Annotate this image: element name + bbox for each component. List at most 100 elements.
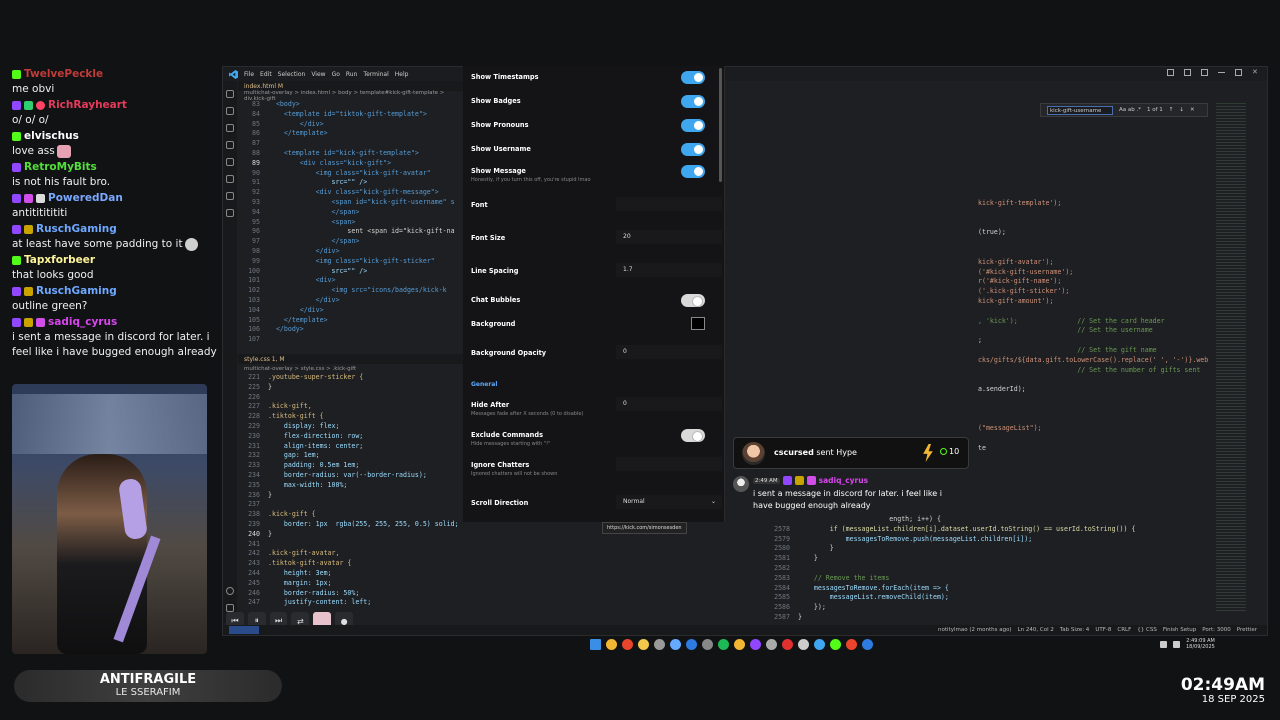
scroll-direction-select[interactable]: Normal ⌄: [616, 495, 722, 509]
status-item[interactable]: Port: 3000: [1202, 627, 1231, 633]
tab-style-css[interactable]: style.css 1, M: [238, 354, 464, 364]
explorer-icon[interactable]: [226, 90, 234, 98]
line-number: 94: [252, 207, 260, 216]
search-icon[interactable]: [226, 107, 234, 115]
app-icon[interactable]: [766, 638, 777, 650]
windows-start-icon[interactable]: [590, 638, 601, 650]
background-color-picker[interactable]: [691, 317, 705, 330]
source-control-icon[interactable]: [226, 124, 234, 132]
app-icon[interactable]: [846, 638, 857, 650]
menu-item-selection[interactable]: Selection: [278, 71, 306, 78]
app-icon[interactable]: [862, 638, 873, 650]
find-options[interactable]: Aa ab .*: [1119, 107, 1141, 113]
find-widget[interactable]: kick-gift-username Aa ab .* 1 of 1 ↑ ↓ ✕: [1040, 103, 1208, 117]
status-item[interactable]: notitylmao (2 months ago): [938, 627, 1012, 633]
editor-css[interactable]: style.css 1, M multichat-overlay > style…: [238, 354, 464, 607]
app-icon[interactable]: [702, 638, 713, 650]
arrow-up-icon[interactable]: ↑: [1169, 107, 1174, 113]
app-icon[interactable]: [798, 638, 809, 650]
layout-icon[interactable]: [1201, 69, 1208, 76]
show-pronouns-toggle[interactable]: [681, 119, 705, 132]
app-icon[interactable]: [638, 638, 649, 650]
menu-item-view[interactable]: View: [311, 71, 325, 78]
code-text: .kick-gift {: [268, 510, 316, 519]
editor-js-right[interactable]: kick-gift-template'); (true); kick-gift-av…: [978, 199, 1208, 454]
code-line: 237: [238, 500, 464, 510]
code-line: 240}: [238, 530, 464, 540]
status-item[interactable]: Ln 240, Col 2: [1018, 627, 1054, 633]
app-icon[interactable]: [830, 638, 841, 650]
editor-js-bottom[interactable]: ength; i++) {2578 if (messageList.childr…: [768, 515, 1208, 623]
app-icon[interactable]: [750, 638, 761, 650]
status-item[interactable]: {} CSS: [1137, 627, 1157, 633]
testing-icon[interactable]: [226, 192, 234, 200]
app-icon[interactable]: [622, 638, 633, 650]
menu-item-edit[interactable]: Edit: [260, 71, 272, 78]
close-icon[interactable]: ✕: [1190, 107, 1195, 113]
chat-message-text: antitititititi: [12, 207, 68, 219]
show-message-toggle[interactable]: [681, 165, 705, 178]
account-icon[interactable]: [226, 587, 234, 595]
status-item[interactable]: CRLF: [1117, 627, 1131, 633]
app-icon[interactable]: [734, 638, 745, 650]
code-line: ('.kick-gift-sticker');: [978, 287, 1070, 296]
remote-indicator[interactable]: [229, 626, 259, 634]
code-line: 230 flex-direction: row;: [238, 432, 464, 442]
status-item[interactable]: UTF-8: [1095, 627, 1111, 633]
status-item[interactable]: Tab Size: 4: [1060, 627, 1089, 633]
font-input[interactable]: [616, 197, 722, 211]
code-text: max-width: 100%;: [268, 480, 348, 489]
run-debug-icon[interactable]: [226, 141, 234, 149]
code-line: 104 </div>: [238, 306, 464, 316]
app-icon[interactable]: [654, 638, 665, 650]
ignore-chatters-input[interactable]: [616, 457, 722, 471]
arrow-down-icon[interactable]: ↓: [1179, 107, 1184, 113]
status-item[interactable]: Finish Setup: [1163, 627, 1196, 633]
code-text: gap: 1em;: [268, 451, 320, 460]
code-line: 99 <img class="kick-gift-sticker": [238, 257, 464, 267]
exclude-commands-toggle[interactable]: [681, 429, 705, 442]
show-badges-toggle[interactable]: [681, 95, 705, 108]
find-input[interactable]: kick-gift-username: [1047, 105, 1113, 115]
layout-icon[interactable]: [1167, 69, 1174, 76]
tray-icon[interactable]: [1160, 640, 1167, 648]
tray-icon[interactable]: [1173, 640, 1180, 648]
chat-bubbles-toggle[interactable]: [681, 294, 705, 307]
clock-date: 18 SEP 2025: [1201, 694, 1265, 705]
hide-after-input[interactable]: 0: [616, 397, 722, 411]
font-size-input[interactable]: 20: [616, 230, 722, 244]
github-icon[interactable]: [226, 209, 234, 217]
chat-message-text: at least have some padding to it: [12, 238, 183, 250]
close-button[interactable]: ✕: [1252, 69, 1259, 76]
code-text: </div>: [268, 305, 324, 314]
show-timestamps-toggle[interactable]: [681, 71, 705, 84]
app-icon[interactable]: [718, 638, 729, 650]
minimap[interactable]: [1216, 103, 1246, 613]
menu-item-help[interactable]: Help: [395, 71, 409, 78]
menu-item-file[interactable]: File: [244, 71, 254, 78]
remote-icon[interactable]: [226, 175, 234, 183]
menu-item-terminal[interactable]: Terminal: [363, 71, 388, 78]
status-item[interactable]: Prettier: [1237, 627, 1257, 633]
show-username-toggle[interactable]: [681, 143, 705, 156]
maximize-button[interactable]: [1235, 69, 1242, 76]
menu-item-run[interactable]: Run: [346, 71, 358, 78]
minimize-button[interactable]: [1218, 69, 1225, 73]
layout-icon[interactable]: [1184, 69, 1191, 76]
extensions-icon[interactable]: [226, 158, 234, 166]
tray-clock[interactable]: 2:49:09 AM 18/09/2025: [1186, 638, 1215, 650]
code-text: <template id="tiktok-gift-template">: [268, 109, 427, 118]
app-icon[interactable]: [686, 638, 697, 650]
background-opacity-input[interactable]: 0: [616, 345, 722, 359]
app-icon[interactable]: [814, 638, 825, 650]
app-icon[interactable]: [782, 638, 793, 650]
line-number: 243: [248, 559, 260, 568]
chat-username: sadiq_cyrus: [48, 315, 118, 328]
menu-item-go[interactable]: Go: [332, 71, 340, 78]
app-icon[interactable]: [606, 638, 617, 650]
scrollbar[interactable]: [719, 68, 722, 182]
line-spacing-input[interactable]: 1.7: [616, 263, 722, 277]
app-icon[interactable]: [670, 638, 681, 650]
editor-html[interactable]: index.html M multichat-overlay > index.h…: [238, 81, 464, 356]
chat-message: me obvi: [12, 82, 217, 97]
